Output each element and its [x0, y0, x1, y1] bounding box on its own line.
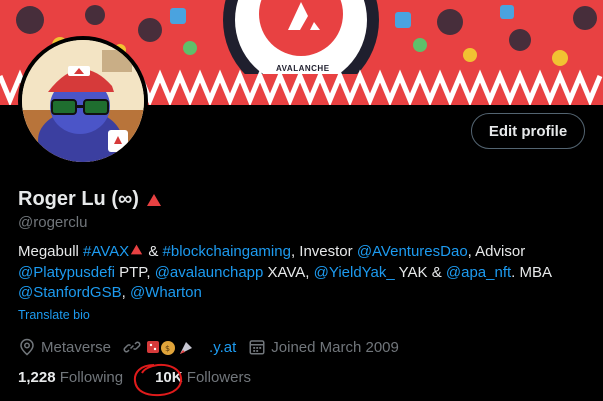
- hashtag-link-avax[interactable]: #AVAX: [83, 243, 129, 260]
- followers-label: Followers: [186, 369, 251, 386]
- location: Metaverse: [18, 338, 111, 356]
- bio-text: , Advisor: [467, 243, 526, 260]
- location-pin-icon: [20, 338, 34, 356]
- bio-text: XAVA,: [263, 263, 314, 281]
- edit-profile-button[interactable]: Edit profile: [471, 113, 585, 149]
- join-date-text: Joined March 2009: [271, 338, 399, 356]
- red-triangle-icon: [131, 244, 143, 255]
- mention-link-wharton[interactable]: @Wharton: [130, 284, 202, 301]
- location-text: Metaverse: [41, 338, 112, 356]
- red-triangle-icon: [146, 193, 161, 206]
- website[interactable]: $ .y.at: [123, 338, 236, 356]
- profile-handle: @rogerclu: [18, 214, 88, 231]
- calendar-icon: [249, 340, 265, 355]
- annotation-circle: [133, 363, 183, 397]
- profile-name-row: Roger Lu (∞): [18, 188, 163, 211]
- following-link[interactable]: 1,228 Following: [18, 369, 123, 386]
- mention-link-apa-nft[interactable]: @apa_nft: [446, 264, 511, 281]
- following-label: Following: [59, 369, 124, 386]
- banner-logo-text: AVALANCHE: [276, 64, 330, 73]
- link-icon: [123, 341, 141, 353]
- mention-link-stanfordgsb[interactable]: @StanfordGSB: [18, 284, 122, 301]
- translate-bio-link[interactable]: Translate bio: [18, 308, 90, 322]
- mention-link-yieldyak[interactable]: @YieldYak_: [314, 264, 395, 281]
- profile-meta: Metaverse $ .y.at Joined March 2009: [18, 338, 411, 356]
- bio-text: , Investor: [290, 243, 357, 260]
- avatar[interactable]: [18, 36, 148, 166]
- mention-link-platypusdefi[interactable]: @Platypusdefi: [18, 264, 115, 281]
- bio-text: PTP,: [114, 263, 155, 281]
- bio-text: &: [144, 243, 163, 260]
- website-link[interactable]: .y.at: [209, 339, 236, 356]
- hashtag-link-blockchaingaming[interactable]: #blockchaingaming: [163, 243, 291, 260]
- mention-link-aventuresdao[interactable]: @AVenturesDao: [357, 243, 468, 260]
- following-count: 1,228: [18, 369, 56, 386]
- join-date: Joined March 2009: [248, 338, 399, 356]
- profile-bio: Megabull #AVAX & #blockchaingaming, Inve…: [18, 242, 593, 304]
- bio-text: Megabull: [18, 243, 84, 260]
- bio-text: ,: [121, 284, 130, 301]
- svg-text:$: $: [165, 344, 170, 353]
- profile-name: Roger Lu (∞): [18, 188, 139, 210]
- emoji-link-icons: $: [147, 341, 193, 355]
- bio-text: . MBA: [511, 263, 553, 281]
- mention-link-avalaunchapp[interactable]: @avalaunchapp: [155, 264, 264, 281]
- avatar-image: [22, 40, 144, 162]
- bio-text: YAK &: [394, 263, 446, 281]
